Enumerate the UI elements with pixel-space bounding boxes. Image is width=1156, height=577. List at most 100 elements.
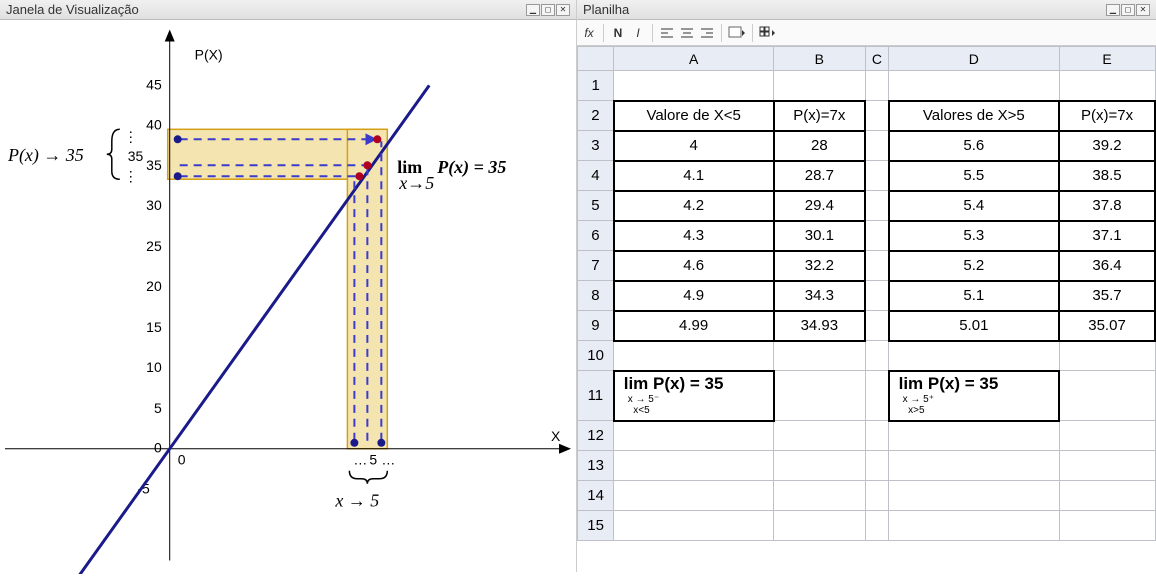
- cell-B14[interactable]: [774, 481, 866, 511]
- col-header-E[interactable]: E: [1059, 47, 1155, 71]
- cell-B5[interactable]: 29.4: [774, 191, 866, 221]
- corner-cell[interactable]: [578, 47, 614, 71]
- cell-C12[interactable]: [865, 421, 888, 451]
- cell-C5[interactable]: [865, 191, 888, 221]
- cell-B9[interactable]: 34.93: [774, 311, 866, 341]
- cell-C7[interactable]: [865, 251, 888, 281]
- cell-E14[interactable]: [1059, 481, 1155, 511]
- row-header[interactable]: 10: [578, 341, 614, 371]
- minimize-icon[interactable]: ▁: [1106, 4, 1120, 16]
- cell-D7[interactable]: 5.2: [889, 251, 1059, 281]
- cell-D8[interactable]: 5.1: [889, 281, 1059, 311]
- restore-icon[interactable]: ◻: [1121, 4, 1135, 16]
- graph-viewport[interactable]: -5 0 5 10 15 20 25 30 35 40 45 0 5 … … P…: [0, 20, 576, 574]
- cell-C6[interactable]: [865, 221, 888, 251]
- cell-E10[interactable]: [1059, 341, 1155, 371]
- fx-icon[interactable]: fx: [581, 24, 597, 42]
- cell-A13[interactable]: [614, 451, 774, 481]
- cell-A3[interactable]: 4: [614, 131, 774, 161]
- cell-A2[interactable]: Valore de X<5: [614, 101, 774, 131]
- cell-B2[interactable]: P(x)=7x: [774, 101, 866, 131]
- close-icon[interactable]: ✕: [1136, 4, 1150, 16]
- cell-B10[interactable]: [774, 341, 866, 371]
- cell-A7[interactable]: 4.6: [614, 251, 774, 281]
- cell-A8[interactable]: 4.9: [614, 281, 774, 311]
- cell-C15[interactable]: [865, 511, 888, 541]
- row-header[interactable]: 13: [578, 451, 614, 481]
- cell-A5[interactable]: 4.2: [614, 191, 774, 221]
- cell-C9[interactable]: [865, 311, 888, 341]
- cell-E4[interactable]: 38.5: [1059, 161, 1155, 191]
- align-center-icon[interactable]: [679, 24, 695, 42]
- cell-C4[interactable]: [865, 161, 888, 191]
- cell-E3[interactable]: 39.2: [1059, 131, 1155, 161]
- col-header-D[interactable]: D: [889, 47, 1059, 71]
- cell-B13[interactable]: [774, 451, 866, 481]
- cell-B6[interactable]: 30.1: [774, 221, 866, 251]
- row-header[interactable]: 11: [578, 371, 614, 421]
- row-header[interactable]: 2: [578, 101, 614, 131]
- align-left-icon[interactable]: [659, 24, 675, 42]
- cell-B15[interactable]: [774, 511, 866, 541]
- row-header[interactable]: 8: [578, 281, 614, 311]
- cell-A14[interactable]: [614, 481, 774, 511]
- cell-E9[interactable]: 35.07: [1059, 311, 1155, 341]
- row-header[interactable]: 6: [578, 221, 614, 251]
- spreadsheet-grid[interactable]: ABCDE12Valore de X<5P(x)=7xValores de X>…: [577, 46, 1156, 541]
- borders-icon[interactable]: [759, 24, 777, 42]
- fill-color-icon[interactable]: [728, 24, 746, 42]
- cell-A9[interactable]: 4.99: [614, 311, 774, 341]
- cell-D1[interactable]: [889, 71, 1059, 101]
- cell-C1[interactable]: [865, 71, 888, 101]
- row-header[interactable]: 4: [578, 161, 614, 191]
- cell-A1[interactable]: [614, 71, 774, 101]
- cell-C13[interactable]: [865, 451, 888, 481]
- cell-C8[interactable]: [865, 281, 888, 311]
- col-header-B[interactable]: B: [774, 47, 866, 71]
- col-header-C[interactable]: C: [865, 47, 888, 71]
- cell-D2[interactable]: Valores de X>5: [889, 101, 1059, 131]
- cell-E2[interactable]: P(x)=7x: [1059, 101, 1155, 131]
- cell-C11[interactable]: [865, 371, 888, 421]
- cell-D12[interactable]: [889, 421, 1059, 451]
- cell-B11[interactable]: [774, 371, 866, 421]
- cell-C10[interactable]: [865, 341, 888, 371]
- col-header-A[interactable]: A: [614, 47, 774, 71]
- cell-E8[interactable]: 35.7: [1059, 281, 1155, 311]
- row-header[interactable]: 9: [578, 311, 614, 341]
- cell-A15[interactable]: [614, 511, 774, 541]
- cell-E11[interactable]: [1059, 371, 1155, 421]
- row-header[interactable]: 5: [578, 191, 614, 221]
- align-right-icon[interactable]: [699, 24, 715, 42]
- row-header[interactable]: 1: [578, 71, 614, 101]
- cell-A6[interactable]: 4.3: [614, 221, 774, 251]
- cell-D3[interactable]: 5.6: [889, 131, 1059, 161]
- cell-E12[interactable]: [1059, 421, 1155, 451]
- cell-D14[interactable]: [889, 481, 1059, 511]
- cell-A12[interactable]: [614, 421, 774, 451]
- cell-D9[interactable]: 5.01: [889, 311, 1059, 341]
- cell-B1[interactable]: [774, 71, 866, 101]
- cell-E6[interactable]: 37.1: [1059, 221, 1155, 251]
- cell-B7[interactable]: 32.2: [774, 251, 866, 281]
- row-header[interactable]: 14: [578, 481, 614, 511]
- cell-A11[interactable]: lim P(x) = 35x → 5⁻ x<5: [614, 371, 774, 421]
- cell-E15[interactable]: [1059, 511, 1155, 541]
- cell-D4[interactable]: 5.5: [889, 161, 1059, 191]
- cell-C3[interactable]: [865, 131, 888, 161]
- row-header[interactable]: 15: [578, 511, 614, 541]
- cell-B12[interactable]: [774, 421, 866, 451]
- cell-D5[interactable]: 5.4: [889, 191, 1059, 221]
- cell-E1[interactable]: [1059, 71, 1155, 101]
- cell-C2[interactable]: [865, 101, 888, 131]
- cell-A10[interactable]: [614, 341, 774, 371]
- italic-button[interactable]: I: [630, 24, 646, 42]
- cell-E5[interactable]: 37.8: [1059, 191, 1155, 221]
- cell-C14[interactable]: [865, 481, 888, 511]
- cell-B4[interactable]: 28.7: [774, 161, 866, 191]
- cell-D13[interactable]: [889, 451, 1059, 481]
- bold-button[interactable]: N: [610, 24, 626, 42]
- cell-E7[interactable]: 36.4: [1059, 251, 1155, 281]
- row-header[interactable]: 7: [578, 251, 614, 281]
- cell-D6[interactable]: 5.3: [889, 221, 1059, 251]
